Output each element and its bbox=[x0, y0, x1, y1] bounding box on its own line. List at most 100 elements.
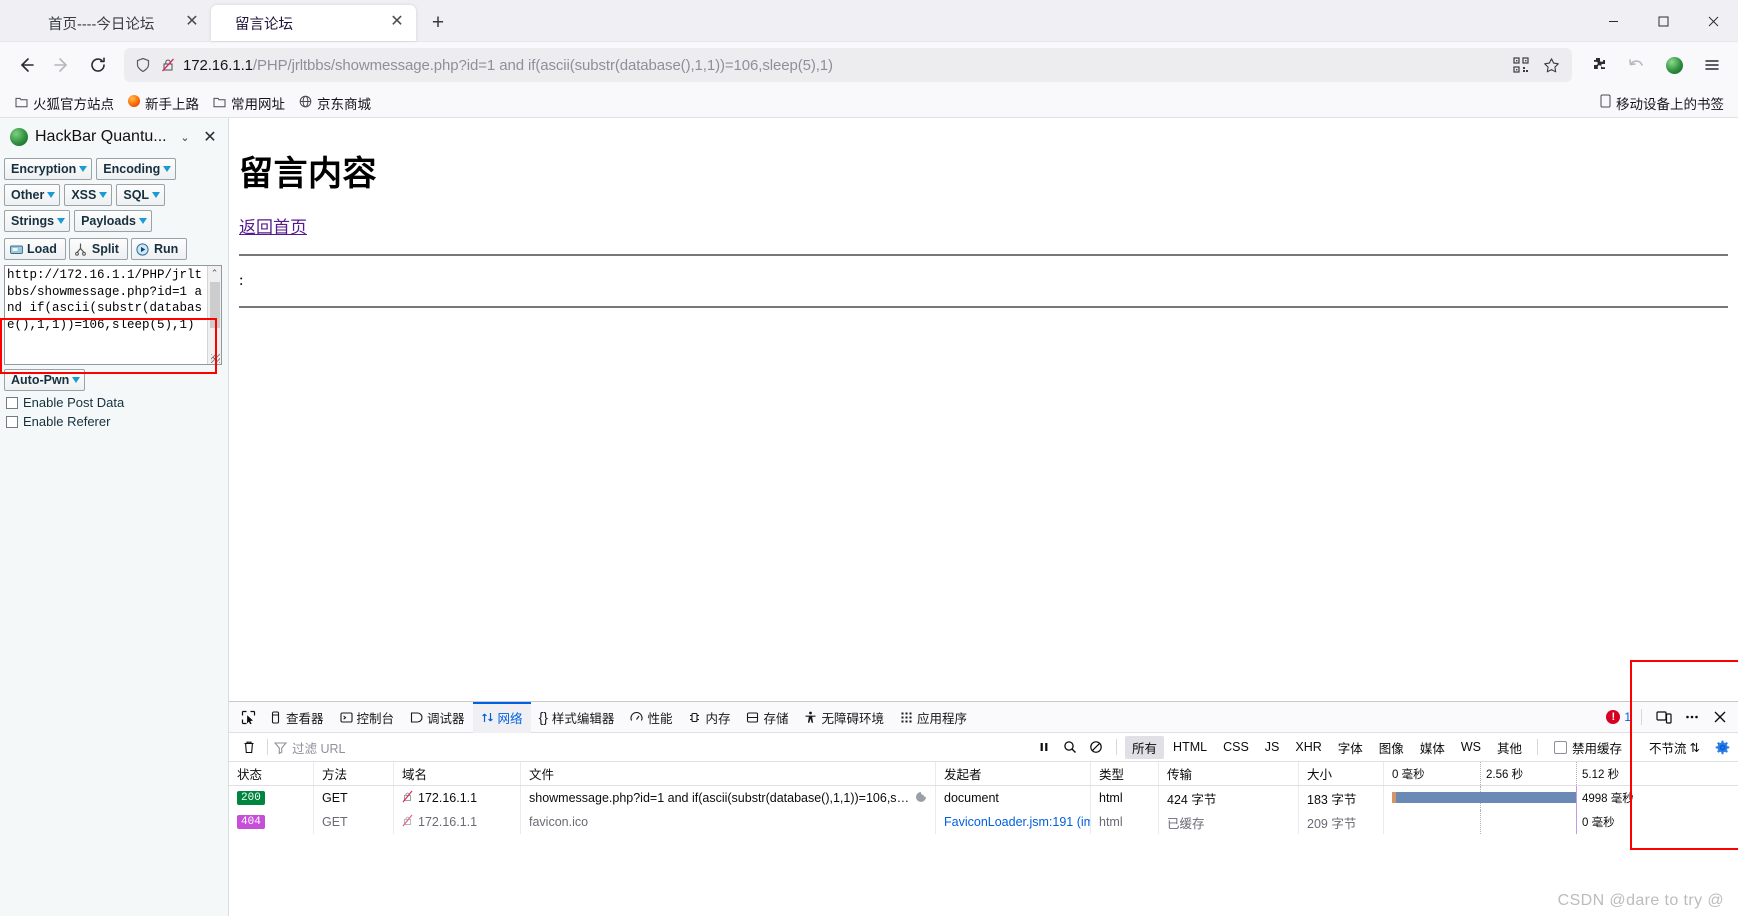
tab-style-editor[interactable]: {} 样式编辑器 bbox=[531, 702, 623, 733]
responsive-design-mode-icon[interactable] bbox=[1652, 705, 1676, 729]
hackbar-autopwn-button[interactable]: Auto-Pwn bbox=[4, 369, 86, 391]
hackbar-payloads-button[interactable]: Payloads bbox=[74, 210, 152, 232]
tab-storage[interactable]: 存储 bbox=[738, 702, 796, 733]
hackbar-other-button[interactable]: Other bbox=[4, 184, 61, 206]
hackbar-split-button[interactable]: Split bbox=[68, 238, 128, 260]
minimize-button[interactable] bbox=[1588, 0, 1638, 42]
hackbar-extension-icon[interactable] bbox=[1656, 47, 1692, 83]
checkbox-box[interactable] bbox=[1553, 740, 1567, 754]
more-options-icon[interactable] bbox=[1680, 705, 1704, 729]
mobile-bookmarks-item[interactable]: 移动设备上的书签 bbox=[1600, 93, 1730, 113]
tab-memory[interactable]: 内存 bbox=[680, 702, 738, 733]
pause-icon[interactable] bbox=[1032, 735, 1056, 759]
filter-type-image[interactable]: 图像 bbox=[1372, 736, 1411, 759]
browser-tab-2[interactable]: 留言论坛 ✕ bbox=[211, 5, 416, 41]
tab-label: 无障碍环境 bbox=[821, 711, 884, 726]
back-to-home-link[interactable]: 返回首页 bbox=[239, 218, 307, 237]
browser-tab-1[interactable]: 首页----今日论坛 ✕ bbox=[6, 5, 211, 41]
bookmark-label: 火狐官方站点 bbox=[33, 96, 114, 112]
throttle-dropdown[interactable]: 不节流 ⇅ bbox=[1649, 738, 1700, 757]
filter-url-input[interactable]: 过滤 URL bbox=[274, 738, 894, 757]
column-header-method[interactable]: 方法 bbox=[314, 762, 394, 785]
tab-application[interactable]: 应用程序 bbox=[892, 702, 975, 733]
filter-type-xhr[interactable]: XHR bbox=[1288, 738, 1328, 756]
filter-type-media[interactable]: 媒体 bbox=[1413, 736, 1452, 759]
new-tab-button[interactable]: + bbox=[422, 7, 454, 39]
tab-inspector[interactable]: 查看器 bbox=[261, 702, 332, 733]
bookmark-item-0[interactable]: 火狐官方站点 bbox=[8, 90, 121, 116]
scrollbar-thumb[interactable] bbox=[210, 282, 220, 328]
column-header-status[interactable]: 状态 bbox=[229, 762, 314, 785]
checkbox-box[interactable] bbox=[6, 396, 18, 409]
app-menu-icon[interactable] bbox=[1694, 47, 1730, 83]
filter-type-ws[interactable]: WS bbox=[1454, 738, 1488, 756]
close-window-button[interactable] bbox=[1688, 0, 1738, 42]
close-sidebar-icon[interactable]: ✕ bbox=[200, 127, 220, 147]
block-icon[interactable] bbox=[1084, 735, 1108, 759]
column-header-size[interactable]: 大小 bbox=[1299, 762, 1384, 785]
settings-icon[interactable] bbox=[1710, 735, 1734, 759]
bookmark-item-3[interactable]: 京东商城 bbox=[292, 90, 378, 116]
element-picker-icon[interactable] bbox=[235, 710, 261, 725]
filter-type-other[interactable]: 其他 bbox=[1490, 736, 1529, 759]
hackbar-encoding-button[interactable]: Encoding bbox=[96, 158, 177, 180]
undo-arrow-icon[interactable] bbox=[1618, 47, 1654, 83]
forward-icon[interactable] bbox=[44, 47, 80, 83]
maximize-button[interactable] bbox=[1638, 0, 1688, 42]
url-path: /PHP/jrltbbs/showmessage.php?id=1 and if… bbox=[252, 56, 833, 74]
hackbar-sql-button[interactable]: SQL bbox=[116, 184, 166, 206]
checkbox-box[interactable] bbox=[6, 415, 18, 428]
extensions-puzzle-icon[interactable] bbox=[1580, 47, 1616, 83]
column-header-type[interactable]: 类型 bbox=[1091, 762, 1159, 785]
enable-referer-checkbox[interactable]: Enable Referer bbox=[6, 414, 224, 429]
tab-close-icon[interactable]: ✕ bbox=[181, 12, 203, 34]
back-icon[interactable] bbox=[8, 47, 44, 83]
filter-type-css[interactable]: CSS bbox=[1216, 738, 1256, 756]
column-header-initiator[interactable]: 发起者 bbox=[936, 762, 1091, 785]
qr-code-icon[interactable] bbox=[1506, 50, 1536, 80]
hackbar-strings-button[interactable]: Strings bbox=[4, 210, 71, 232]
trash-icon[interactable] bbox=[237, 740, 261, 754]
filter-type-js[interactable]: JS bbox=[1258, 738, 1287, 756]
filter-type-html[interactable]: HTML bbox=[1166, 738, 1214, 756]
column-header-domain[interactable]: 域名 bbox=[394, 762, 521, 785]
table-row[interactable]: 200 GET 172.16.1.1 showmessage.php?id=1 … bbox=[229, 786, 1738, 810]
tab-network[interactable]: 网络 bbox=[472, 701, 531, 733]
tab-debugger[interactable]: 调试器 bbox=[402, 702, 473, 733]
column-header-transferred[interactable]: 传输 bbox=[1159, 762, 1299, 785]
bookmark-item-2[interactable]: 常用网址 bbox=[206, 90, 292, 116]
cell-waterfall: 4998 毫秒 bbox=[1384, 786, 1738, 810]
insecure-lock-icon[interactable] bbox=[156, 57, 180, 73]
bookmark-star-icon[interactable] bbox=[1536, 50, 1566, 80]
debugger-icon bbox=[410, 711, 423, 723]
hackbar-encryption-button[interactable]: Encryption bbox=[4, 158, 93, 180]
enable-post-data-checkbox[interactable]: Enable Post Data bbox=[6, 395, 224, 410]
address-bar[interactable]: 172.16.1.1/PHP/jrltbbs/showmessage.php?i… bbox=[124, 48, 1572, 82]
hackbar-xss-button[interactable]: XSS bbox=[64, 184, 113, 206]
hackbar-load-button[interactable]: Load bbox=[4, 238, 66, 260]
hackbar-url-input[interactable]: http://172.16.1.1/PHP/jrltbbs/showmessag… bbox=[4, 265, 222, 365]
initiator-link[interactable]: FaviconLoader.jsm:191 (img) bbox=[944, 815, 1090, 829]
tab-accessibility[interactable]: 无障碍环境 bbox=[796, 702, 892, 733]
reload-icon[interactable] bbox=[80, 47, 116, 83]
disable-cache-checkbox[interactable]: 禁用缓存 bbox=[1553, 738, 1622, 757]
filter-type-font[interactable]: 字体 bbox=[1331, 736, 1370, 759]
hackbar-textarea-scrollbar[interactable]: ⌃ ⌄ bbox=[207, 266, 221, 364]
scroll-down-icon[interactable]: ⌄ bbox=[211, 349, 219, 364]
scroll-up-icon[interactable]: ⌃ bbox=[211, 266, 219, 281]
tab-close-icon[interactable]: ✕ bbox=[386, 12, 408, 34]
close-devtools-icon[interactable] bbox=[1708, 705, 1732, 729]
hackbar-row-2: Strings Payloads bbox=[4, 210, 224, 232]
table-row[interactable]: 404 GET 172.16.1.1 favicon.ico FaviconLo… bbox=[229, 810, 1738, 834]
bookmark-item-1[interactable]: 新手上路 bbox=[121, 90, 206, 116]
tab-performance[interactable]: 性能 bbox=[622, 702, 680, 733]
tab-console[interactable]: 控制台 bbox=[332, 702, 403, 733]
column-header-file[interactable]: 文件 bbox=[521, 762, 936, 785]
chevron-down-icon bbox=[99, 192, 108, 198]
error-count-badge[interactable]: ! 1 bbox=[1606, 710, 1631, 724]
search-icon[interactable] bbox=[1058, 735, 1082, 759]
shield-icon[interactable] bbox=[130, 57, 156, 73]
chevron-down-icon[interactable]: ⌄ bbox=[177, 131, 193, 144]
hackbar-run-button[interactable]: Run bbox=[130, 238, 188, 260]
filter-type-all[interactable]: 所有 bbox=[1125, 735, 1165, 759]
